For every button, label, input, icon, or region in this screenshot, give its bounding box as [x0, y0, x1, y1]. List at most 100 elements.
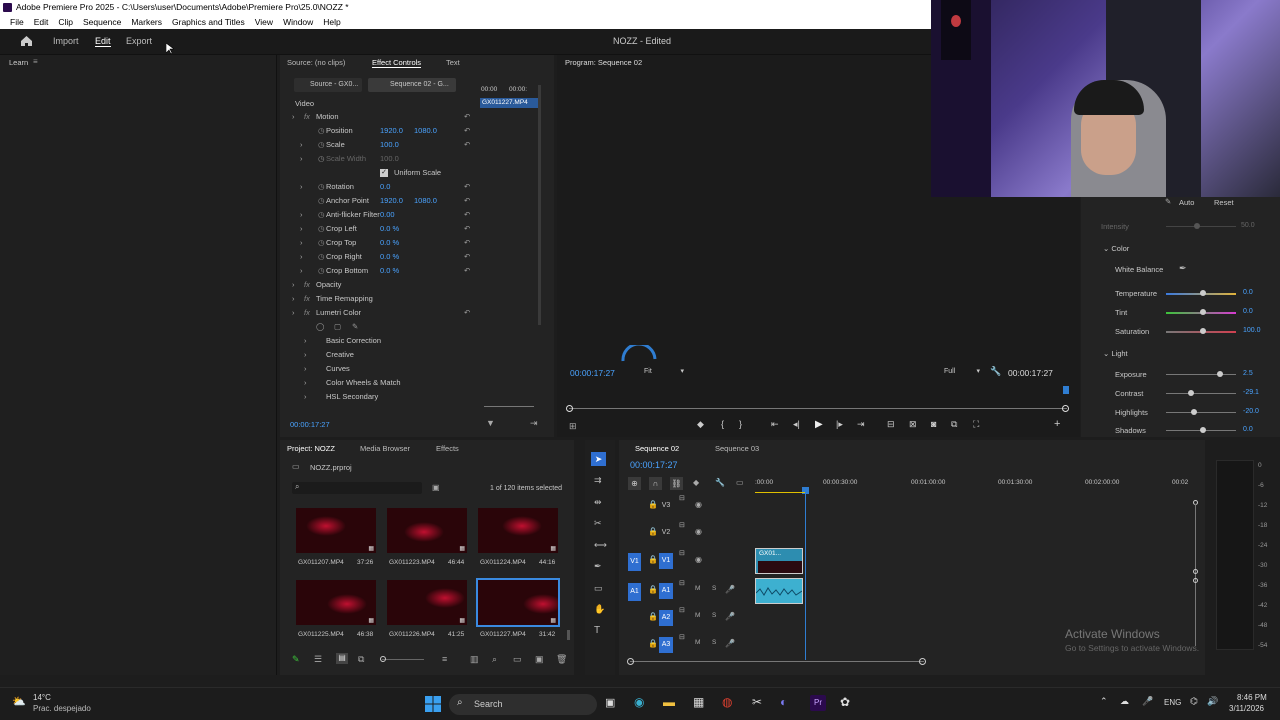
ec-timecode[interactable]: 00:00:17:27 [290, 420, 330, 429]
mute-button[interactable]: M [695, 639, 700, 646]
icon-view-icon[interactable]: ▤ [336, 653, 348, 664]
pencil-icon[interactable]: ✎ [292, 654, 300, 665]
expand-chevron-icon[interactable]: › [292, 307, 295, 319]
capcut-icon[interactable]: ✂ [752, 695, 762, 709]
expand-chevron-icon[interactable]: › [304, 377, 307, 389]
reset-parameter-icon[interactable]: ↶ [464, 111, 470, 123]
saturation-knob[interactable] [1200, 328, 1206, 334]
mute-button[interactable]: M [695, 612, 700, 619]
highlights-knob[interactable] [1191, 409, 1197, 415]
stopwatch-icon[interactable]: ◷ [318, 251, 325, 263]
store-icon[interactable]: ▦ [693, 695, 704, 709]
razor-tool-icon[interactable]: ✂ [594, 518, 602, 529]
effect-row-value[interactable]: 100.0 [380, 139, 399, 151]
effect-row-value[interactable]: 1920.0 [380, 195, 403, 207]
exposure-value[interactable]: 2.5 [1243, 370, 1253, 377]
snap-icon[interactable]: ∩ [649, 477, 662, 490]
effect-row[interactable]: › fx Time Remapping [280, 293, 478, 305]
lock-icon[interactable]: 🔒 [648, 639, 658, 648]
playhead-line[interactable] [805, 490, 806, 660]
cloud-icon[interactable]: ☁ [1120, 696, 1129, 707]
solo-button[interactable]: S [712, 585, 716, 592]
wrench-icon[interactable]: 🔧 [990, 366, 1001, 377]
rectangle-tool-icon[interactable]: ▭ [594, 583, 603, 594]
reset-button[interactable]: Reset [1214, 198, 1234, 207]
selection-tool-icon[interactable]: ➤ [591, 452, 606, 466]
effect-row[interactable]: › fx Opacity [280, 279, 478, 291]
scrubber-end-handle[interactable] [1062, 405, 1069, 412]
reset-parameter-icon[interactable]: ↶ [464, 223, 470, 235]
stopwatch-icon[interactable]: ◷ [318, 209, 325, 221]
stopwatch-icon[interactable]: ◷ [318, 139, 325, 151]
eye-icon[interactable]: ◉ [695, 555, 702, 564]
track-select-icon[interactable]: ⇉ [594, 475, 602, 486]
uniform-scale-checkbox[interactable]: ✓ [380, 169, 388, 177]
reset-parameter-icon[interactable]: ↶ [464, 237, 470, 249]
weather-desc[interactable]: Prac. despejado [33, 704, 91, 713]
lock-icon[interactable]: 🔒 [648, 585, 658, 594]
effect-row[interactable]: › ◷ Scale Width 100.0 [280, 153, 478, 165]
automate-icon[interactable]: ▥ [470, 654, 479, 665]
sync-lock-icon[interactable]: ⊟ [679, 494, 685, 502]
taskbar-search[interactable]: ⌕ Search [449, 694, 597, 715]
edit-tab[interactable]: Edit [95, 36, 111, 47]
new-item-icon[interactable]: ▣ [535, 654, 544, 665]
add-marker-icon[interactable]: ◆ [697, 419, 704, 430]
expand-chevron-icon[interactable]: › [300, 251, 303, 263]
expand-chevron-icon[interactable]: › [304, 335, 307, 347]
effect-row-value[interactable]: 1920.0 [380, 125, 403, 137]
project-scrollbar[interactable] [567, 630, 570, 640]
highlights-slider[interactable] [1166, 412, 1236, 413]
menu-markers[interactable]: Markers [126, 15, 167, 29]
source-patch-a1[interactable]: A1 [628, 583, 641, 601]
contrast-knob[interactable] [1188, 390, 1194, 396]
auto-button[interactable]: Auto [1179, 198, 1194, 207]
filter-icon[interactable]: ▼ [486, 418, 495, 428]
lumetri-subsection[interactable]: › Basic Correction [280, 335, 478, 347]
weather-temp[interactable]: 14°C [33, 693, 51, 702]
tint-value[interactable]: 0.0 [1243, 308, 1253, 315]
shadows-value[interactable]: 0.0 [1243, 426, 1253, 433]
expand-chevron-icon[interactable]: › [304, 391, 307, 403]
program-scrubber[interactable] [569, 408, 1067, 409]
discord-icon[interactable]: ◐ [780, 695, 787, 709]
lumetri-subsection[interactable]: › Creative [280, 349, 478, 361]
menu-graphics[interactable]: Graphics and Titles [167, 15, 250, 29]
thumbnail-size-knob[interactable] [380, 656, 386, 662]
mic-icon[interactable]: 🎤 [725, 585, 735, 594]
lumetri-subsection[interactable]: › HSL Secondary [280, 391, 478, 403]
new-bin-button-icon[interactable]: ▭ [513, 654, 522, 665]
network-icon[interactable]: ⌬ [1190, 696, 1198, 707]
effect-row[interactable]: › ◷ Crop Top 0.0 % ↶ [280, 237, 478, 249]
effect-row-value[interactable]: 0.0 % [380, 265, 399, 277]
scrubber-start-handle[interactable] [566, 405, 573, 412]
expand-chevron-icon[interactable]: › [300, 209, 303, 221]
solo-button[interactable]: S [712, 639, 716, 646]
clock-time[interactable]: 8:46 PM [1237, 693, 1267, 702]
ec-scrollbar[interactable] [538, 85, 541, 325]
settings-icon[interactable]: ⊞ [569, 421, 577, 432]
stopwatch-icon[interactable]: ◷ [318, 125, 325, 137]
hand-tool-icon[interactable]: ✋ [594, 604, 605, 615]
effect-row-value[interactable]: 0.0 % [380, 251, 399, 263]
exposure-knob[interactable] [1217, 371, 1223, 377]
freeform-view-icon[interactable]: ⧉ [358, 654, 364, 665]
vertical-scroll-handle[interactable] [1193, 578, 1198, 583]
lumetri-subsection[interactable]: › Color Wheels & Match [280, 377, 478, 389]
intensity-knob[interactable] [1194, 223, 1200, 229]
effect-row[interactable]: › ◷ Rotation 0.0 ↶ [280, 181, 478, 193]
language-indicator[interactable]: ENG [1164, 698, 1181, 707]
mark-in-icon[interactable]: { [721, 419, 724, 429]
sync-lock-icon[interactable]: ⊟ [679, 521, 685, 529]
sort-icon[interactable]: ≡ [442, 654, 447, 664]
fx-icon[interactable]: fx [304, 307, 310, 319]
clip-thumbnail[interactable]: ▦ [478, 508, 558, 553]
volume-icon[interactable]: 🔊 [1207, 696, 1218, 707]
nest-icon[interactable]: ⊕ [628, 477, 641, 490]
extract-icon[interactable]: ⊠ [909, 419, 917, 430]
light-section-label[interactable]: ⌄ Light [1103, 349, 1128, 358]
menu-sequence[interactable]: Sequence [78, 15, 126, 29]
weather-icon[interactable]: ⛅ [12, 695, 26, 708]
expand-chevron-icon[interactable]: › [300, 265, 303, 277]
lumetri-subsection[interactable]: › Curves [280, 363, 478, 375]
